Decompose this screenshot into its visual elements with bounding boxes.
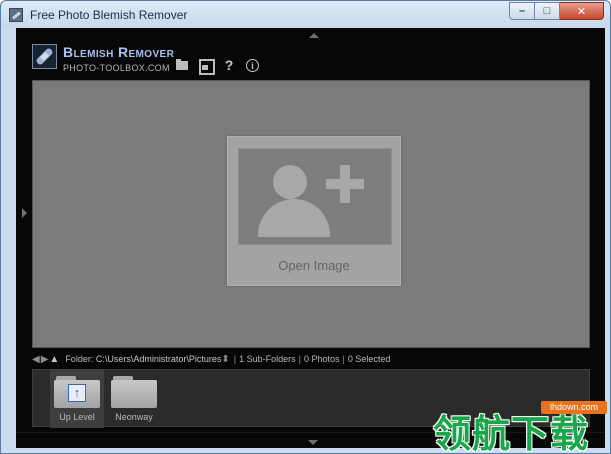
info-icon[interactable]: i: [246, 59, 259, 72]
separator: |: [298, 354, 301, 364]
close-button[interactable]: ✕: [560, 2, 604, 20]
watermark-domain: lhdown.com: [541, 401, 607, 414]
person-head-shape: [273, 165, 307, 199]
window-title: Free Photo Blemish Remover: [30, 8, 188, 22]
separator: |: [342, 354, 345, 364]
app-icon: [9, 8, 23, 22]
brand-title: Blemish Remover: [63, 44, 175, 60]
folder-item-label: Up Level: [59, 412, 95, 422]
folder-open-icon[interactable]: [175, 58, 189, 72]
open-image-button[interactable]: Open Image: [227, 136, 401, 286]
add-photo-icon: [238, 148, 392, 245]
open-image-label: Open Image: [278, 258, 350, 273]
bandage-logo-icon: [32, 44, 57, 69]
minimize-button[interactable]: –: [509, 2, 535, 20]
person-body-shape: [258, 199, 330, 237]
plus-horizontal-shape: [326, 179, 364, 189]
folder-icon: [111, 376, 157, 408]
subfolder-count: 1 Sub-Folders: [239, 354, 296, 364]
sort-toggle-icon[interactable]: ⬍: [221, 354, 229, 365]
separator: |: [233, 354, 237, 364]
folder-item-neonway[interactable]: Neonway: [107, 370, 161, 428]
maximize-button[interactable]: □: [535, 2, 560, 20]
window-controls: – □ ✕: [509, 2, 604, 20]
forward-arrow-icon[interactable]: ▶: [41, 354, 49, 365]
up-level-arrow-icon: ↑: [68, 384, 86, 402]
folder-item-up-level[interactable]: ↑ Up Level: [50, 370, 104, 428]
back-arrow-icon[interactable]: ◀: [32, 354, 40, 365]
photo-count: 0 Photos: [303, 354, 340, 364]
collapse-left-arrow-icon[interactable]: [22, 208, 27, 218]
image-canvas[interactable]: Open Image: [32, 80, 590, 348]
folder-path[interactable]: C:\Users\Administrator\Pictures: [96, 354, 222, 364]
app-window: Free Photo Blemish Remover – □ ✕ Blemish…: [0, 0, 611, 454]
folder-label: Folder:: [65, 354, 94, 364]
selected-count: 0 Selected: [347, 354, 391, 364]
folder-icon: ↑: [54, 376, 100, 408]
title-bar[interactable]: Free Photo Blemish Remover – □ ✕: [1, 1, 610, 28]
help-icon[interactable]: ?: [222, 57, 236, 73]
collapse-bottom-arrow-icon[interactable]: [308, 440, 318, 445]
up-arrow-icon[interactable]: ▲: [49, 354, 59, 365]
collapse-top-arrow-icon[interactable]: [309, 33, 319, 38]
save-icon[interactable]: [198, 58, 215, 75]
folder-path-bar: ◀ ▶ ▲ Folder: C:\Users\Administrator\Pic…: [32, 351, 590, 367]
brand-website[interactable]: PHOTO-TOOLBOX.COM: [63, 63, 170, 73]
app-client-area: Blemish Remover PHOTO-TOOLBOX.COM ? i Op…: [16, 28, 605, 448]
folder-item-label: Neonway: [115, 412, 153, 422]
